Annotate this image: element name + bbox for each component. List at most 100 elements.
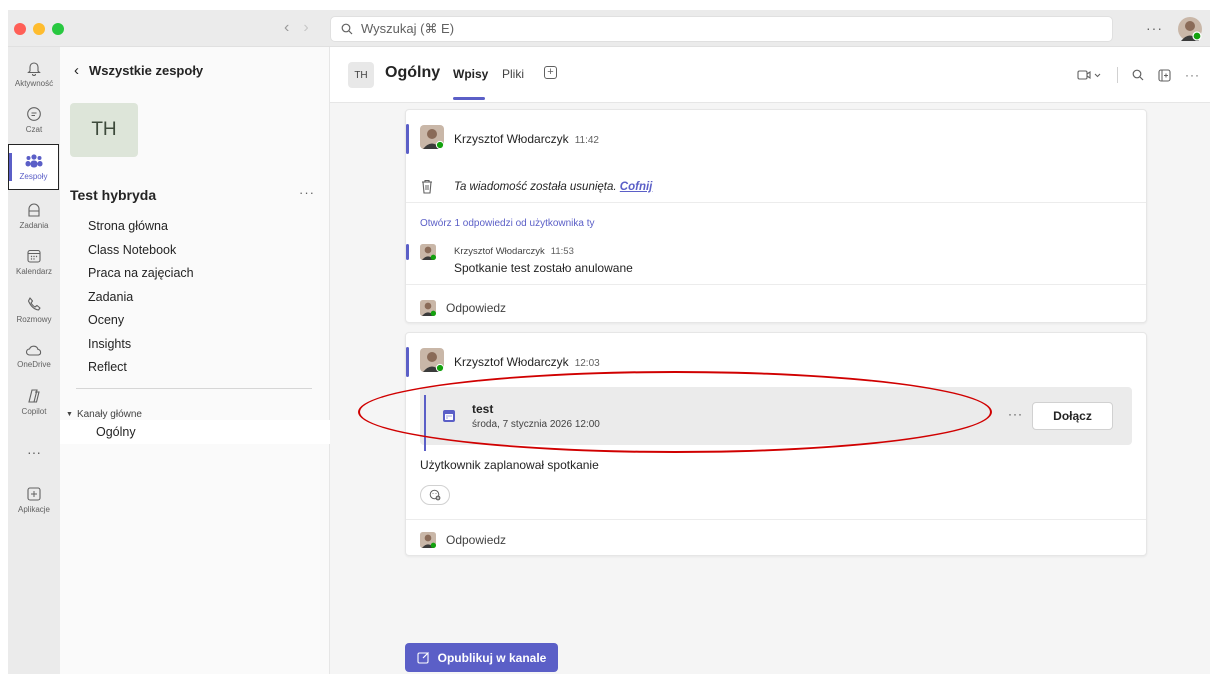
- scheduled-message: Użytkownik zaplanował spotkanie: [420, 458, 599, 472]
- active-tab-indicator: [453, 97, 485, 100]
- meeting-date: środa, 7 stycznia 2026 12:00: [472, 419, 600, 430]
- reply-author-name: Krzysztof Włodarczyk: [454, 246, 545, 257]
- current-user-avatar: [420, 300, 436, 316]
- rail-item-apps[interactable]: Aplikacje: [8, 477, 60, 523]
- rail-item-calls[interactable]: Rozmowy: [8, 287, 60, 333]
- channels-section-header[interactable]: ▼ Kanały główne: [66, 409, 142, 420]
- more-options-icon[interactable]: ···: [1185, 68, 1200, 82]
- rail-label: Aplikacje: [17, 505, 50, 514]
- post-author: Krzysztof Włodarczyk 12:03: [454, 355, 600, 369]
- channel-header: TH Ogólny Wpisy Pliki + ···: [330, 47, 1210, 103]
- rail-item-copilot[interactable]: Copilot: [8, 379, 60, 425]
- rail-item-teams[interactable]: Zespoły: [8, 144, 59, 190]
- minimize-window-button[interactable]: [33, 23, 45, 35]
- author-avatar: [420, 348, 444, 372]
- channel-header-actions: ···: [1077, 67, 1200, 83]
- author-name: Krzysztof Włodarczyk: [454, 355, 569, 369]
- meeting-title: test: [472, 402, 494, 416]
- zoom-window-button[interactable]: [52, 23, 64, 35]
- divider: [406, 519, 1146, 520]
- trash-icon: [422, 179, 432, 194]
- copilot-icon: [28, 389, 40, 403]
- rail-item-onedrive[interactable]: OneDrive: [8, 333, 60, 379]
- more-options-icon[interactable]: ···: [1146, 20, 1163, 36]
- deleted-text: Ta wiadomość została usunięta.: [454, 181, 617, 193]
- divider: [1117, 67, 1118, 83]
- reply-label: Odpowiedz: [446, 533, 507, 547]
- post-accent-bar: [406, 124, 409, 154]
- user-avatar[interactable]: [1178, 17, 1202, 41]
- team-name[interactable]: Test hybryda: [70, 187, 156, 203]
- rail-item-activity[interactable]: Aktywność: [8, 51, 60, 97]
- rail-item-calendar[interactable]: Kalendarz: [8, 239, 60, 285]
- back-arrow-icon[interactable]: ‹: [284, 19, 289, 37]
- team-link-home[interactable]: Strona główna: [88, 219, 194, 243]
- divider: [76, 388, 312, 389]
- chevron-left-icon: ‹: [74, 62, 79, 79]
- current-user-avatar: [420, 532, 436, 548]
- channel-item-general[interactable]: Ogólny: [60, 420, 330, 444]
- team-link-grades[interactable]: Oceny: [88, 313, 194, 337]
- search-icon: [341, 23, 353, 35]
- publish-in-channel-button[interactable]: Opublikuj w kanale: [405, 643, 558, 672]
- open-replies-link[interactable]: Otwórz 1 odpowiedzi od użytkownika ty: [420, 218, 595, 229]
- team-link-assignments[interactable]: Zadania: [88, 290, 194, 314]
- more-apps-icon[interactable]: ···: [8, 437, 60, 467]
- channel-team-avatar: TH: [348, 62, 374, 88]
- reply-button[interactable]: Odpowiedz: [420, 300, 506, 316]
- team-link-classwork[interactable]: Praca na zajęciach: [88, 266, 194, 290]
- publish-label: Opublikuj w kanale: [437, 650, 547, 665]
- all-teams-back-link[interactable]: ‹ Wszystkie zespoły: [74, 62, 203, 79]
- undo-link[interactable]: Cofnij: [620, 181, 653, 193]
- chat-icon: [27, 107, 41, 121]
- post-time: 11:42: [574, 135, 599, 146]
- search-icon[interactable]: [1132, 69, 1144, 81]
- post-time: 12:03: [574, 358, 600, 369]
- tab-files[interactable]: Pliki: [502, 67, 524, 81]
- caret-down-icon: ▼: [66, 411, 73, 418]
- history-navigation: ‹ ›: [284, 19, 309, 37]
- team-link-reflect[interactable]: Reflect: [88, 360, 194, 384]
- post-card: Krzysztof Włodarczyk 11:42 Ta wiadomość z…: [405, 109, 1147, 323]
- channels-header-label: Kanały główne: [76, 409, 142, 420]
- meeting-more-options-icon[interactable]: ···: [1008, 407, 1023, 421]
- rail-label: Kalendarz: [15, 267, 53, 276]
- add-reaction-icon: [429, 489, 441, 501]
- window-controls: [14, 23, 64, 35]
- channel-view: TH Ogólny Wpisy Pliki + ··· Krzysztof Wł…: [330, 47, 1210, 674]
- rail-item-chat[interactable]: Czat: [8, 97, 60, 143]
- team-link-class-notebook[interactable]: Class Notebook: [88, 243, 194, 267]
- reply-label: Odpowiedz: [446, 301, 507, 315]
- post-card: Krzysztof Włodarczyk 12:03 test środa, 7 …: [405, 332, 1147, 556]
- divider: [406, 202, 1146, 203]
- team-links: Strona główna Class Notebook Praca na za…: [88, 219, 194, 384]
- deleted-message: Ta wiadomość została usunięta. Cofnij: [454, 181, 652, 193]
- add-reaction-button[interactable]: [420, 485, 450, 505]
- add-tab-icon[interactable]: +: [544, 66, 557, 79]
- team-more-options-icon[interactable]: ···: [299, 185, 315, 200]
- join-meeting-button[interactable]: Dołącz: [1032, 402, 1113, 430]
- meeting-accent-bar: [424, 395, 426, 451]
- search-input[interactable]: Wyszukaj (⌘ E): [330, 16, 1113, 42]
- close-window-button[interactable]: [14, 23, 26, 35]
- channel-info-icon[interactable]: [1158, 68, 1171, 82]
- rail-item-assignments[interactable]: Zadania: [8, 193, 60, 239]
- teams-icon: [25, 154, 42, 168]
- meeting-card[interactable]: test środa, 7 stycznia 2026 12:00 ··· Do…: [420, 387, 1132, 451]
- team-link-insights[interactable]: Insights: [88, 337, 194, 361]
- rail-label: Zespoły: [19, 172, 48, 181]
- reply-accent-bar: [406, 244, 409, 260]
- channel-title: Ogólny: [385, 64, 441, 81]
- reply-button[interactable]: Odpowiedz: [420, 532, 506, 548]
- bell-icon: [27, 62, 41, 76]
- rail-label: OneDrive: [17, 360, 51, 369]
- post-accent-bar: [406, 347, 409, 377]
- app-rail: Aktywność Czat Zespoły Zadania Kalendarz…: [8, 47, 60, 674]
- reply-time: 11:53: [550, 246, 574, 257]
- video-call-icon[interactable]: [1077, 69, 1103, 81]
- search-placeholder: Wyszukaj (⌘ E): [361, 21, 455, 36]
- tab-posts[interactable]: Wpisy: [453, 67, 488, 81]
- assignments-icon: [28, 203, 40, 217]
- back-label: Wszystkie zespoły: [89, 63, 204, 78]
- forward-arrow-icon[interactable]: ›: [303, 19, 308, 37]
